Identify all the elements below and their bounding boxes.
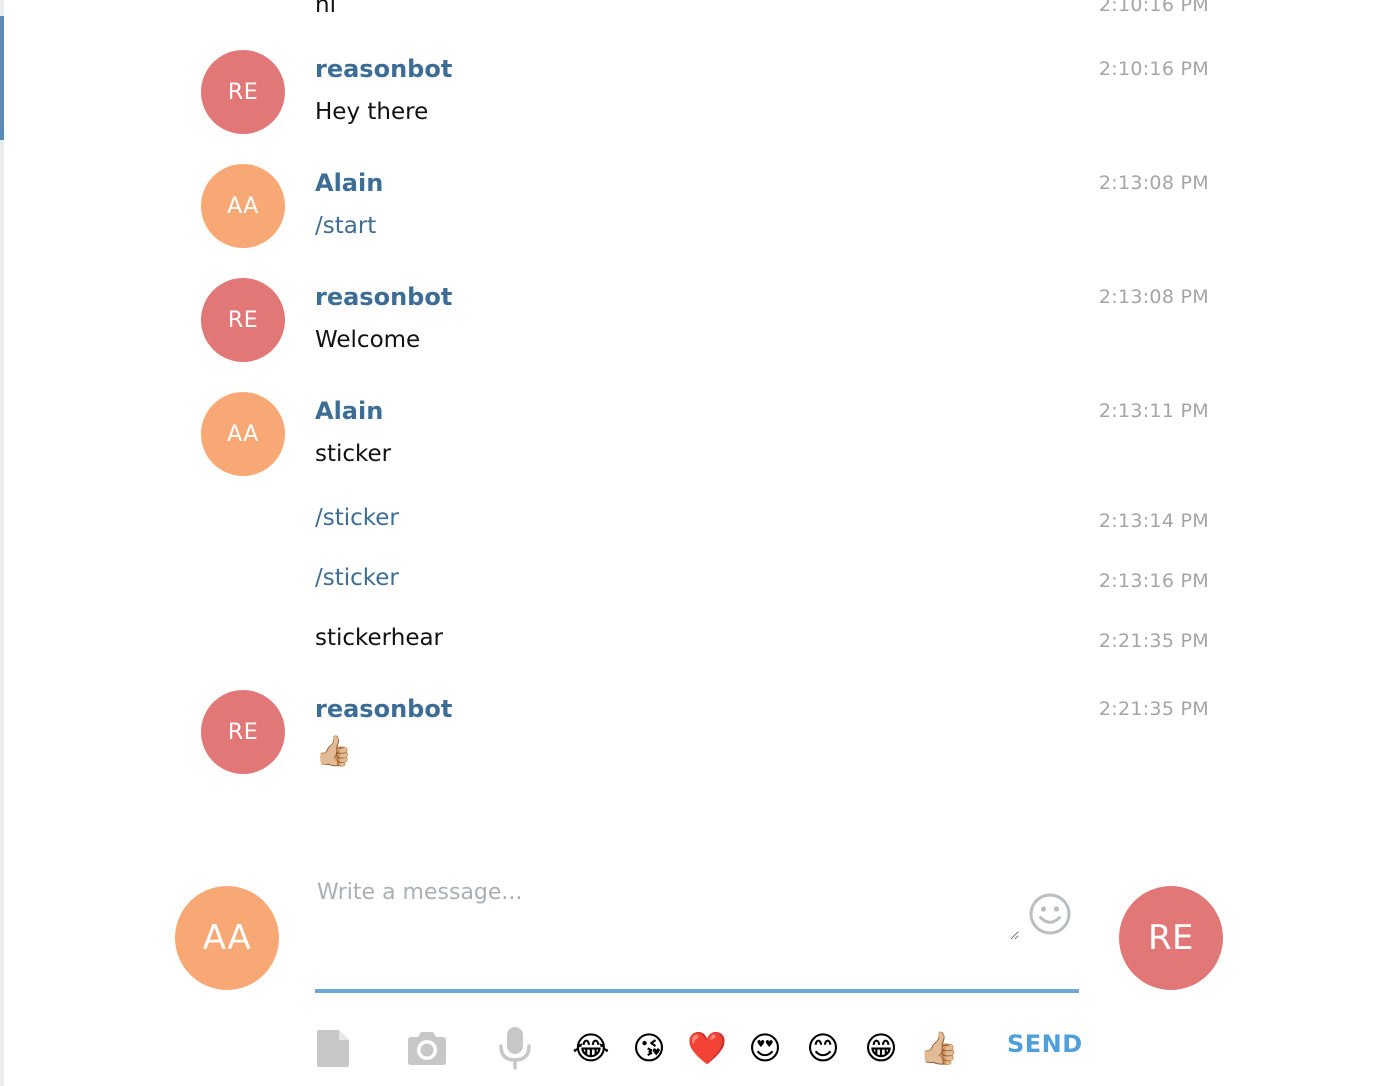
message-time: 2:21:35 PM xyxy=(1098,698,1209,720)
heart-eyes-emoji[interactable]: 😍 xyxy=(743,1026,787,1070)
camera-icon[interactable] xyxy=(405,1024,449,1072)
message-text: hi xyxy=(315,0,336,18)
message-time: 2:13:08 PM xyxy=(1098,286,1209,308)
message-time: 2:13:14 PM xyxy=(1098,510,1209,532)
message-time: 2:13:11 PM xyxy=(1098,400,1209,422)
thumbs-up-emoji[interactable]: 👍🏼 xyxy=(917,1026,961,1070)
grinning-face-emoji[interactable]: 😁 xyxy=(859,1026,903,1070)
message-time: 2:13:16 PM xyxy=(1098,570,1209,592)
document-icon[interactable] xyxy=(311,1024,355,1072)
message-author[interactable]: reasonbot xyxy=(315,283,452,311)
message-text: stickerhear xyxy=(315,625,444,651)
avatar[interactable]: RE xyxy=(201,50,285,134)
message-author[interactable]: reasonbot xyxy=(315,55,452,83)
message-time: 2:10:16 PM xyxy=(1098,58,1209,80)
smiling-face-emoji[interactable]: 😊 xyxy=(801,1026,845,1070)
message-author[interactable]: reasonbot xyxy=(315,695,452,723)
kissing-face-emoji[interactable]: 😘 xyxy=(627,1026,671,1070)
avatar[interactable]: AA xyxy=(201,164,285,248)
message-time: 2:13:08 PM xyxy=(1098,172,1209,194)
message-time: 2:10:16 PM xyxy=(1098,0,1209,16)
message-text: Hey there xyxy=(315,99,429,125)
microphone-icon[interactable] xyxy=(493,1024,537,1072)
bot-command-link[interactable]: /start xyxy=(315,213,376,239)
message-input[interactable] xyxy=(315,880,1019,940)
message-history[interactable]: hi 2:10:16 PM RE reasonbot Hey there 2:1… xyxy=(0,0,1388,840)
avatar[interactable]: RE xyxy=(201,690,285,774)
message-text: Welcome xyxy=(315,327,421,353)
avatar[interactable]: RE xyxy=(201,278,285,362)
thumbs-up-emoji-message: 👍🏼 xyxy=(315,734,353,769)
red-heart-emoji[interactable]: ❤️ xyxy=(685,1026,729,1070)
face-with-tears-of-joy-emoji[interactable]: 😂 xyxy=(569,1026,613,1070)
send-button[interactable]: SEND xyxy=(1007,1030,1083,1058)
self-avatar[interactable]: AA xyxy=(175,886,279,990)
message-text: sticker xyxy=(315,441,392,467)
bot-command-link[interactable]: /sticker xyxy=(315,505,399,531)
bot-command-link[interactable]: /sticker xyxy=(315,565,399,591)
smiley-icon[interactable] xyxy=(1028,892,1072,936)
message-author[interactable]: Alain xyxy=(315,169,383,197)
avatar[interactable]: AA xyxy=(201,392,285,476)
input-underline xyxy=(315,989,1079,993)
peer-avatar[interactable]: RE xyxy=(1119,886,1223,990)
message-time: 2:21:35 PM xyxy=(1098,630,1209,652)
message-author[interactable]: Alain xyxy=(315,397,383,425)
